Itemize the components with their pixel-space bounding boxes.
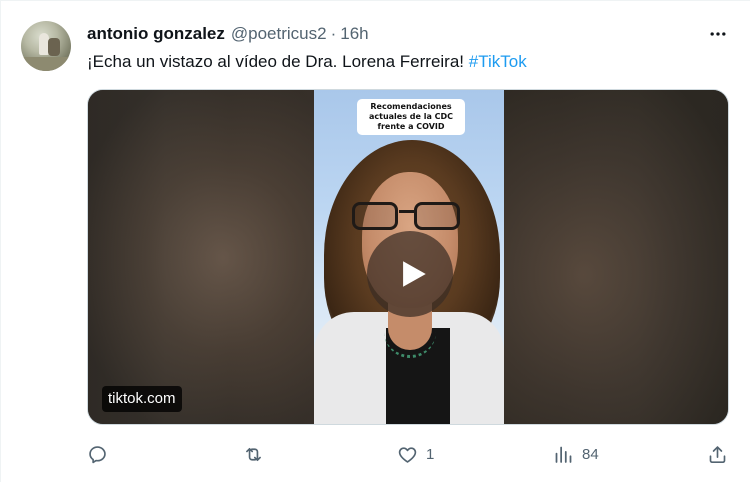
- play-button[interactable]: [367, 231, 453, 317]
- tweet-text: ¡Echa un vistazo al vídeo de Dra. Lorena…: [87, 50, 527, 74]
- share-button[interactable]: [707, 441, 728, 467]
- video-card[interactable]: Recomendaciones actuales de la CDC frent…: [87, 89, 729, 425]
- timestamp[interactable]: 16h: [340, 24, 368, 44]
- views-icon: [555, 446, 572, 463]
- heart-icon: [398, 446, 417, 463]
- glasses-lens-right: [414, 202, 460, 230]
- like-button[interactable]: 1: [397, 441, 434, 467]
- tweet-header: antonio gonzalez @poetricus2 · 16h: [87, 23, 369, 45]
- action-bar: 1 84: [1, 441, 750, 467]
- share-icon: [709, 445, 726, 463]
- video-blur-left: [88, 90, 314, 424]
- tweet-body: ¡Echa un vistazo al vídeo de Dra. Lorena…: [87, 52, 469, 71]
- avatar-figure-2: [48, 38, 60, 56]
- play-icon: [403, 261, 426, 287]
- retweet-icon: [246, 447, 261, 461]
- glasses-lens-left: [352, 202, 398, 230]
- retweet-button[interactable]: [243, 441, 272, 467]
- like-count: 1: [426, 445, 435, 463]
- source-label[interactable]: tiktok.com: [102, 386, 182, 412]
- video-person-glasses: [352, 202, 464, 232]
- reply-button[interactable]: [87, 441, 116, 467]
- video-blur-right: [504, 90, 728, 424]
- more-icon: [710, 32, 726, 36]
- author-handle[interactable]: @poetricus2: [231, 24, 327, 44]
- views-count: 84: [582, 445, 599, 463]
- author-name[interactable]: antonio gonzalez: [87, 24, 225, 44]
- reply-icon: [89, 445, 106, 463]
- more-button[interactable]: [705, 23, 731, 45]
- avatar[interactable]: [21, 21, 71, 71]
- video-caption: Recomendaciones actuales de la CDC frent…: [357, 99, 465, 135]
- views-button[interactable]: 84: [553, 441, 599, 467]
- avatar-ground: [21, 57, 71, 71]
- tweet[interactable]: antonio gonzalez @poetricus2 · 16h ¡Echa…: [0, 0, 750, 482]
- separator-dot: ·: [330, 24, 337, 43]
- hashtag-link[interactable]: #TikTok: [469, 52, 527, 71]
